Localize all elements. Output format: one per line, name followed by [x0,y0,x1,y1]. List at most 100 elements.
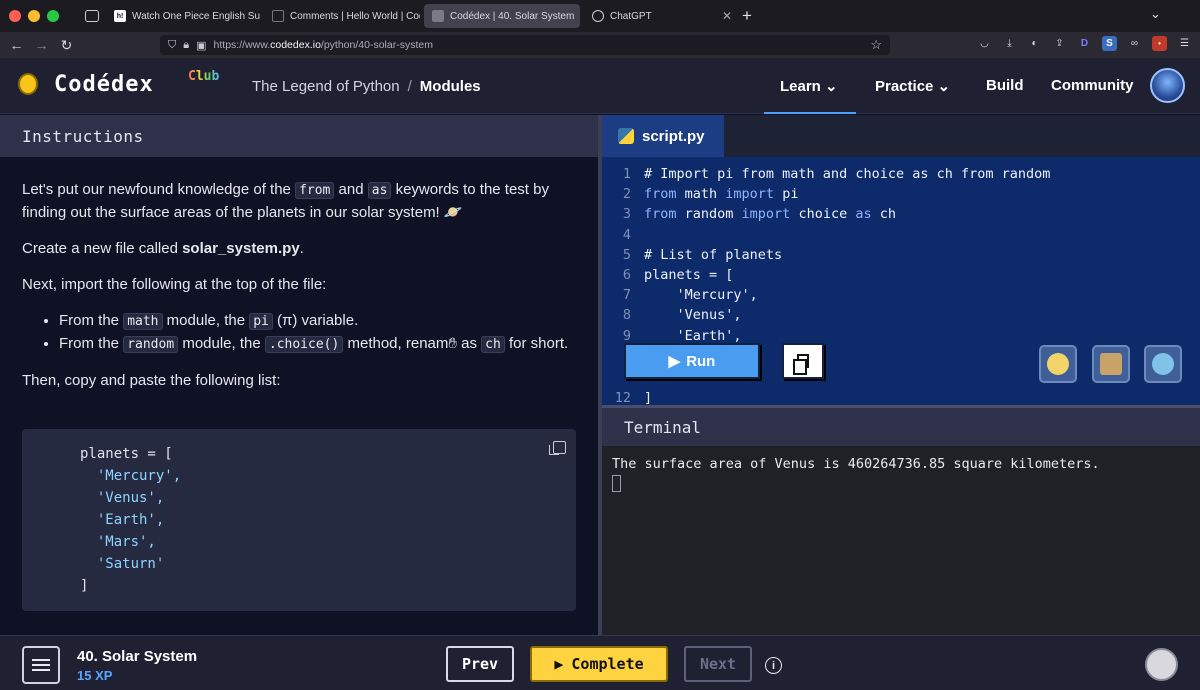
run-label: Run [686,352,716,370]
instruction-list: From the math module, the pi (π) variabl… [47,310,576,356]
lesson-title: 40. Solar System [77,648,198,665]
site-logo[interactable]: Codédex [54,72,154,97]
tab-one-piece[interactable]: h! Watch One Piece English Sub/D ✕ [106,4,260,28]
complete-button[interactable]: ▶ Complete [530,646,668,682]
shield-icon[interactable]: ⛉ [168,39,176,52]
codedex-coin-icon[interactable] [18,73,38,95]
site-header: Codédex Club The Legend of Python / Module… [0,58,1200,114]
tab-list-chevron-icon[interactable]: ⌄ [1150,6,1161,22]
reload-icon[interactable]: ↻ [54,37,79,54]
share-icon[interactable]: ⇪ [1052,36,1067,51]
instruction-paragraph: Next, import the following at the top of… [22,276,327,293]
inline-code: as [367,182,392,199]
tab-close-icon[interactable]: ✕ [716,9,732,23]
minimize-window-button[interactable] [28,10,40,22]
club-badge[interactable]: Club [188,69,219,84]
nav-build[interactable]: Build [986,77,1024,94]
duck-pet-icon[interactable] [1039,345,1077,383]
nav-practice[interactable]: Practice ⌄ [875,77,950,95]
instructions-heading: Instructions [0,115,598,157]
extension-icon-badge[interactable]: • [1152,36,1167,51]
forward-arrow-icon[interactable]: → [29,37,54,53]
code-line: 'Mercury', [80,468,182,484]
code-editor[interactable]: script.py 1 # Import pi from math and cho… [602,115,1200,405]
code-line: 3 from random import choice as ch [622,206,897,223]
avatar[interactable] [1150,68,1185,103]
nav-community[interactable]: Community [1051,77,1134,94]
bookmark-star-icon[interactable]: ☆ [870,37,882,53]
pocket-icon[interactable]: ◡ [977,36,992,51]
code-snippet: planets = [ 'Mercury', 'Venus', 'Earth',… [22,429,576,611]
new-tab-plus-icon[interactable]: + [742,6,752,26]
terminal-panel[interactable]: Terminal The surface area of Venus is 46… [602,408,1200,635]
wizard-pet-icon[interactable] [1092,345,1130,383]
list-item: From the random module, the .choice() me… [59,333,576,356]
next-button[interactable]: Next [684,646,752,682]
instruction-paragraph: Let's put our newfound knowledge of the … [22,181,549,221]
instruction-paragraph: Then, copy and paste the following list: [22,372,281,389]
download-icon[interactable]: ⤓ [1002,36,1017,51]
extension-icon-mask[interactable]: ∞ [1127,36,1142,51]
breadcrumb-current[interactable]: Modules [420,78,481,95]
breadcrumb: The Legend of Python / Modules [252,78,481,95]
info-icon[interactable]: i [765,657,782,674]
copy-icon[interactable] [549,441,566,455]
tab-close-icon[interactable]: ✕ [574,9,580,23]
extension-icon-d[interactable]: D [1077,36,1092,51]
browser-nav-bar: ← → ↻ ⛉ 🔒︎ ▣ https://www.codedex.io/pyth… [0,32,1200,58]
prev-button[interactable]: Prev [446,646,514,682]
lesson-xp: 15 XP [77,668,113,683]
code-lines[interactable]: 1 # Import pi from math and choice as ch … [602,164,1200,346]
lock-icon[interactable]: 🔒︎ [183,39,189,52]
code-line: 8 'Venus', [622,307,742,324]
page-icon[interactable]: ▣ [196,39,206,52]
run-button[interactable]: ▶ Run [624,343,760,379]
avatar[interactable] [1145,648,1178,681]
lesson-menu-button[interactable] [22,646,60,684]
window-controls [9,10,59,22]
lesson-footer: 40. Solar System 15 XP Prev ▶ Complete N… [0,635,1200,690]
tab-label: ChatGPT [610,10,652,22]
editor-filename: script.py [642,127,705,145]
code-line: 2 from math import pi [622,186,799,203]
nav-learn[interactable]: Learn ⌄ [780,77,838,95]
instructions-panel: Instructions Let's put our newfound know… [0,115,598,635]
code-line: ] [80,578,89,594]
code-line: 5 # List of planets [622,246,783,263]
chevron-down-icon: ⌄ [937,78,951,95]
breadcrumb-separator: / [407,78,412,95]
url-text[interactable]: https://www.codedex.io/python/40-solar-s… [214,39,433,51]
tab-overview-icon[interactable] [85,10,99,22]
editor-tab-bar: script.py [602,115,1200,157]
tab-favicon [592,10,604,22]
extensions-menu-icon[interactable]: ☰ [1177,36,1192,51]
blob-pet-icon[interactable] [1144,345,1182,383]
hand-cursor-icon: ✋︎ [448,335,457,352]
chevron-down-icon: ⌄ [825,78,838,95]
play-icon: ▶ [668,353,681,370]
instructions-content: Let's put our newfound knowledge of the … [0,157,598,392]
python-icon [618,128,634,144]
code-line: 6 planets = [ [622,267,734,284]
code-line: 'Saturn' [80,556,165,572]
breadcrumb-course[interactable]: The Legend of Python [252,78,400,95]
url-bar[interactable]: ⛉ 🔒︎ ▣ https://www.codedex.io/python/40-… [160,35,890,55]
code-lines-tail[interactable]: 12] [602,388,1200,405]
extension-icon-s[interactable]: S [1102,36,1117,51]
back-arrow-icon[interactable]: ← [4,37,29,53]
copy-icon [793,354,809,375]
close-window-button[interactable] [9,10,21,22]
list-item: From the math module, the pi (π) variabl… [59,310,576,333]
tab-label: Watch One Piece English Sub/D [132,10,260,22]
browser-tab-bar: h! Watch One Piece English Sub/D ✕ Comme… [0,0,1200,32]
tab-chatgpt[interactable]: ChatGPT ✕ [584,4,740,28]
tab-comments[interactable]: Comments | Hello World | Codé ✕ [264,4,420,28]
copy-code-button[interactable] [782,343,824,379]
tab-label: Comments | Hello World | Codé [290,10,420,22]
tab-script-py[interactable]: script.py [602,115,724,157]
extension-icon-1[interactable]: ◐ [1027,36,1042,51]
maximize-window-button[interactable] [47,10,59,22]
tab-codedex-active[interactable]: Codédex | 40. Solar System ✕ [424,4,580,28]
terminal-output: The surface area of Venus is 460264736.8… [602,446,1200,492]
code-line: planets = [ [80,446,173,462]
